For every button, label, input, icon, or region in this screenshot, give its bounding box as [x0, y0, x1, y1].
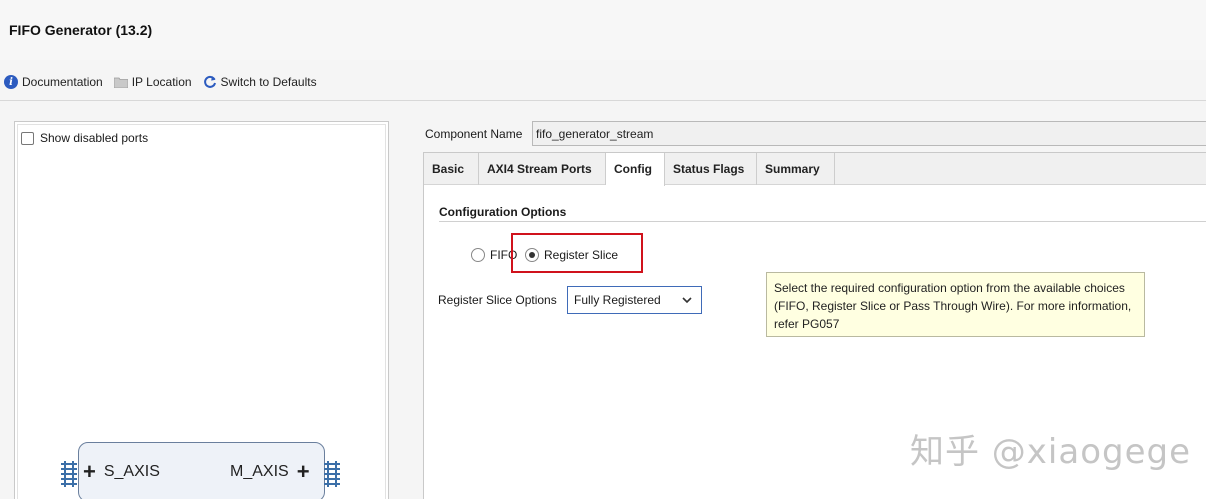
- refresh-icon: [203, 75, 216, 88]
- tab-axi4-stream-ports[interactable]: AXI4 Stream Ports: [479, 153, 606, 185]
- window-title: FIFO Generator (13.2): [9, 22, 153, 38]
- switch-defaults-label: Switch to Defaults: [220, 75, 317, 89]
- show-disabled-ports-label: Show disabled ports: [40, 131, 149, 145]
- annotation-highlight-box: [511, 233, 643, 273]
- section-divider: [439, 221, 1206, 222]
- config-tooltip: Select the required configuration option…: [766, 272, 1145, 337]
- info-icon: i: [4, 75, 18, 89]
- m-axis-label: M_AXIS: [230, 463, 289, 480]
- component-name-field[interactable]: fifo_generator_stream: [532, 121, 1206, 146]
- title-bar: FIFO Generator (13.2): [0, 0, 1206, 60]
- bus-interface-icon: [324, 461, 340, 487]
- component-name-label: Component Name: [425, 127, 523, 141]
- folder-icon: [113, 77, 128, 88]
- header-divider: [0, 100, 1206, 101]
- watermark-text: 知乎 @xiaogege: [910, 432, 1192, 472]
- show-disabled-ports-checkbox[interactable]: [21, 131, 34, 145]
- ip-location-label: IP Location: [131, 75, 192, 89]
- chevron-down-icon: [682, 297, 692, 304]
- ip-location-button[interactable]: IP Location: [113, 75, 192, 89]
- s-axis-label: S_AXIS: [103, 463, 160, 480]
- register-slice-options-value: Fully Registered: [574, 293, 661, 307]
- documentation-label: Documentation: [22, 75, 103, 89]
- tab-config[interactable]: Config: [606, 153, 665, 186]
- show-disabled-ports-toggle[interactable]: Show disabled ports: [21, 131, 148, 145]
- toolbar: i Documentation IP Location Switch to De…: [0, 68, 324, 96]
- tab-basic[interactable]: Basic: [424, 153, 479, 185]
- tab-status-flags[interactable]: Status Flags: [665, 153, 757, 185]
- register-slice-options-label: Register Slice Options: [438, 293, 557, 307]
- tab-strip: Basic AXI4 Stream Ports Config Status Fl…: [424, 153, 1206, 186]
- configuration-options-title: Configuration Options: [439, 205, 567, 219]
- expand-port-icon[interactable]: +: [297, 461, 310, 483]
- bus-interface-icon: [61, 461, 77, 487]
- m-axis-port[interactable]: M_AXIS +: [230, 461, 310, 483]
- expand-port-icon[interactable]: +: [83, 461, 96, 483]
- register-slice-options-dropdown[interactable]: Fully Registered: [567, 286, 702, 314]
- s-axis-port[interactable]: + S_AXIS: [83, 461, 160, 483]
- documentation-button[interactable]: i Documentation: [4, 75, 103, 89]
- tab-summary[interactable]: Summary: [757, 153, 835, 185]
- switch-to-defaults-button[interactable]: Switch to Defaults: [203, 75, 317, 89]
- fifo-radio[interactable]: [471, 248, 485, 262]
